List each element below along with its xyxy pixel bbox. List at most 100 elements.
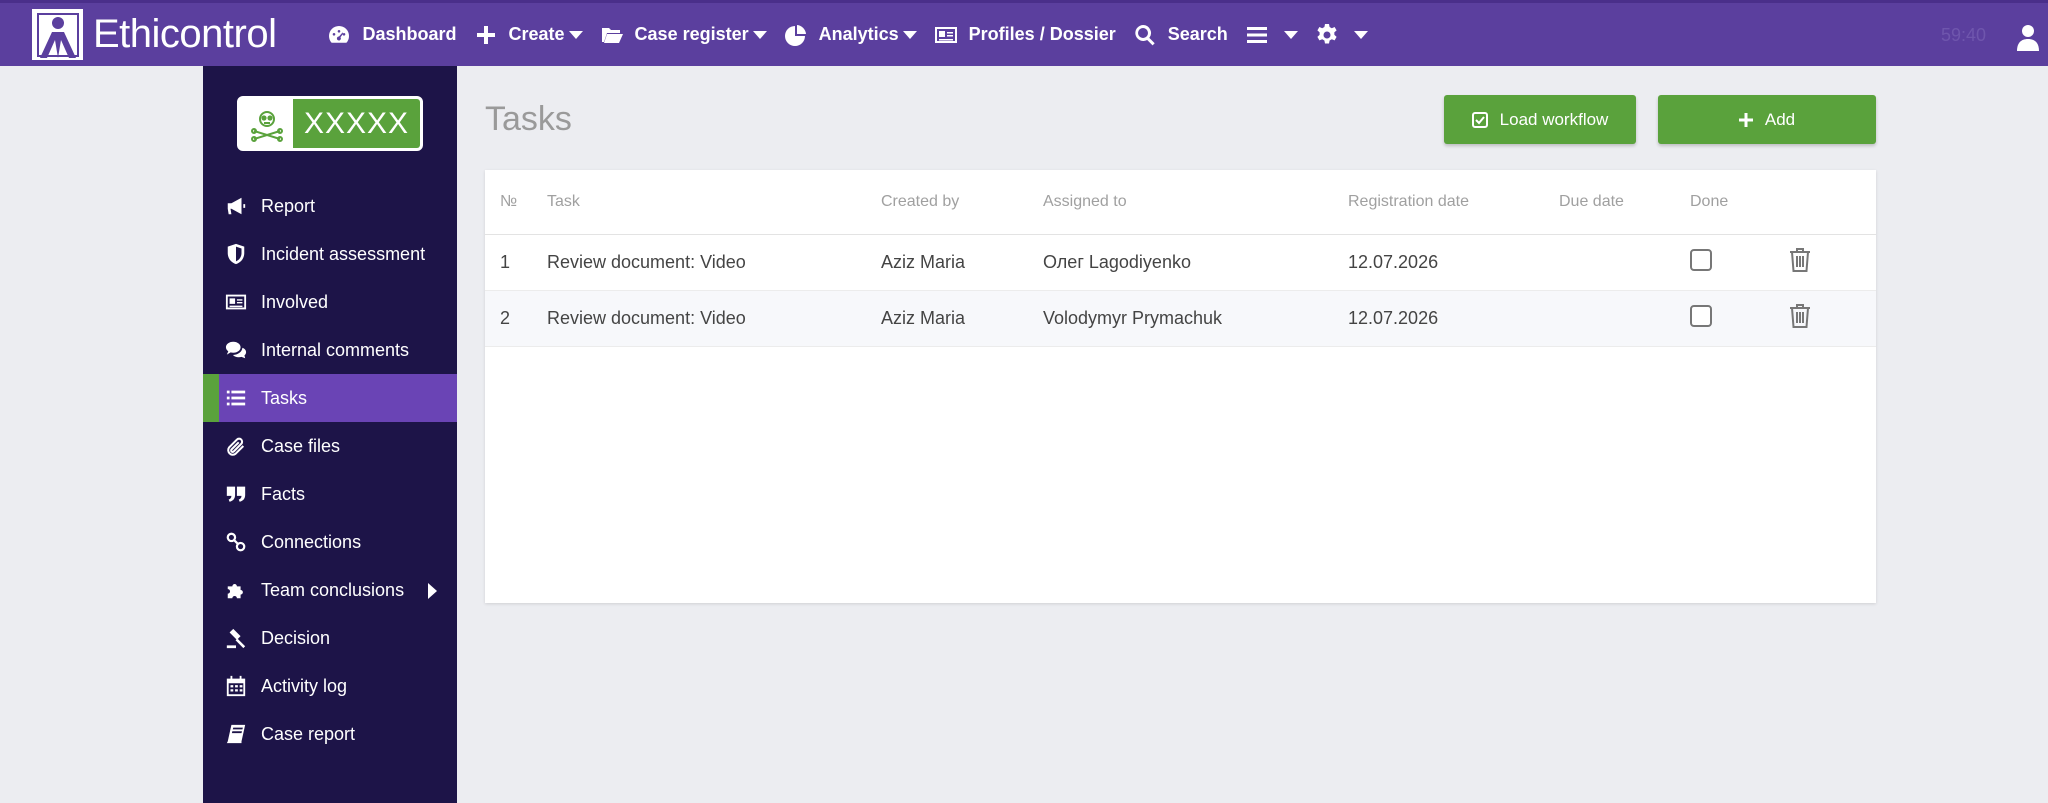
chevron-right-icon[interactable] <box>428 583 437 599</box>
row-created-by: Aziz Maria <box>881 290 1043 347</box>
calendar-icon <box>223 673 249 699</box>
nav-label: Dashboard <box>362 24 457 44</box>
link-icon <box>223 529 249 555</box>
brand-logo-icon <box>32 9 83 60</box>
sidebar-item-incident-assessment[interactable]: Incident assessment <box>203 230 457 278</box>
sidebar-item-case-report[interactable]: Case report <box>203 710 457 758</box>
done-checkbox[interactable] <box>1690 304 1712 327</box>
chevron-down-icon <box>568 30 583 39</box>
column-header-registration-date[interactable]: Registration date <box>1348 170 1559 235</box>
chevron-down-icon <box>1283 30 1298 39</box>
sidebar-item-tasks[interactable]: Tasks <box>203 374 457 422</box>
puzzle-icon <box>223 577 249 603</box>
row-actions-cell <box>1789 234 1876 291</box>
add-task-button[interactable]: Add <box>1658 95 1876 144</box>
column-header-created-by[interactable]: Created by <box>881 170 1043 235</box>
row-created-by: Aziz Maria <box>881 234 1043 291</box>
sidebar-item-facts[interactable]: Facts <box>203 470 457 518</box>
sidebar-item-label: Involved <box>261 291 329 312</box>
table-row[interactable]: 2 Review document: Video Aziz Maria Volo… <box>485 290 1876 347</box>
sidebar-item-label: Activity log <box>261 675 348 696</box>
quote-icon <box>223 481 249 507</box>
chevron-down-icon <box>902 30 917 39</box>
row-task[interactable]: Review document: Video <box>547 290 881 347</box>
sidebar-item-decision[interactable]: Decision <box>203 614 457 662</box>
nav-analytics[interactable]: Analytics <box>783 15 917 55</box>
sidebar-item-label: Incident assessment <box>261 243 426 264</box>
top-navbar: Ethicontrol Dashboard Create Case regist… <box>0 0 2048 66</box>
sidebar-item-connections[interactable]: Connections <box>203 518 457 566</box>
paperclip-icon <box>223 433 249 459</box>
sidebar-item-label: Case files <box>261 435 341 456</box>
book-icon <box>223 721 249 747</box>
sidebar-item-activity-log[interactable]: Activity log <box>203 662 457 710</box>
nav-settings[interactable] <box>1314 15 1368 55</box>
nav-profiles-dossier[interactable]: Profiles / Dossier <box>933 15 1116 55</box>
column-header-due-date[interactable]: Due date <box>1559 170 1690 235</box>
nav-case-register[interactable]: Case register <box>599 15 767 55</box>
table-row[interactable]: 1 Review document: Video Aziz Maria Олег… <box>485 234 1876 291</box>
nav-label: Create <box>508 24 565 44</box>
chevron-down-icon <box>752 30 767 39</box>
nav-create[interactable]: Create <box>473 15 583 55</box>
user-icon[interactable] <box>2016 23 2040 51</box>
add-label: Add <box>1764 109 1796 129</box>
row-due-date <box>1559 234 1690 291</box>
row-task[interactable]: Review document: Video <box>547 234 881 291</box>
tasks-panel: № Task Created by Assigned to Registrati… <box>485 170 1876 603</box>
hamburger-icon <box>1244 22 1270 48</box>
column-header-actions <box>1789 170 1876 235</box>
nav-search[interactable]: Search <box>1132 15 1228 55</box>
id-card-icon <box>933 22 959 48</box>
brand[interactable]: Ethicontrol <box>32 9 277 61</box>
row-assigned-to: Volodymyr Prymachuk <box>1043 290 1348 347</box>
sidebar-item-internal-comments[interactable]: Internal comments <box>203 326 457 374</box>
row-done-cell <box>1690 234 1789 291</box>
column-header-assigned-to[interactable]: Assigned to <box>1043 170 1348 235</box>
sidebar-item-case-files[interactable]: Case files <box>203 422 457 470</box>
page-title: Tasks <box>485 100 572 138</box>
row-number: 2 <box>485 290 547 347</box>
folder-open-icon <box>599 22 625 48</box>
plus-icon <box>473 22 499 48</box>
case-badge: XXXXX <box>237 96 423 151</box>
column-header-done: Done <box>1690 170 1789 235</box>
nav-label: Analytics <box>818 24 899 44</box>
trash-icon[interactable] <box>1789 303 1811 333</box>
comments-icon <box>223 337 249 363</box>
search-icon <box>1132 22 1158 48</box>
shield-icon <box>223 241 249 267</box>
column-header-number: № <box>485 170 547 235</box>
row-due-date <box>1559 290 1690 347</box>
row-registration-date: 12.07.2026 <box>1348 290 1559 347</box>
sidebar-item-label: Connections <box>261 531 362 552</box>
sidebar-item-label: Facts <box>261 483 306 504</box>
id-card-icon <box>223 289 249 315</box>
sidebar-item-team-conclusions[interactable]: Team conclusions <box>203 566 457 614</box>
plus-icon <box>1738 112 1753 127</box>
column-header-task[interactable]: Task <box>547 170 881 235</box>
gavel-icon <box>223 625 249 651</box>
sidebar-item-report[interactable]: Report <box>203 182 457 230</box>
biohazard-icon <box>240 99 293 148</box>
sidebar-item-label: Case report <box>261 723 356 744</box>
sidebar-item-involved[interactable]: Involved <box>203 278 457 326</box>
row-done-cell <box>1690 290 1789 347</box>
nav-dashboard[interactable]: Dashboard <box>326 15 457 55</box>
chevron-down-icon <box>1353 30 1368 39</box>
trash-icon[interactable] <box>1789 247 1811 277</box>
session-timer: 59:40 <box>1940 25 1986 45</box>
tasks-table: № Task Created by Assigned to Registrati… <box>485 170 1876 347</box>
dashboard-icon <box>326 22 352 48</box>
nav-menu[interactable] <box>1244 15 1298 55</box>
checkbox-checked-icon <box>1471 111 1488 128</box>
done-checkbox[interactable] <box>1690 248 1712 271</box>
nav-label: Profiles / Dossier <box>968 24 1116 44</box>
load-workflow-button[interactable]: Load workflow <box>1444 95 1636 144</box>
table-header-row: № Task Created by Assigned to Registrati… <box>485 170 1876 235</box>
row-assigned-to: Олег Lagodiyenko <box>1043 234 1348 291</box>
case-sidebar: XXXXX Report Incident assessment Involve… <box>203 66 457 803</box>
list-icon <box>223 385 249 411</box>
sidebar-item-label: Team conclusions <box>261 579 405 600</box>
sidebar-item-label: Tasks <box>261 387 308 408</box>
